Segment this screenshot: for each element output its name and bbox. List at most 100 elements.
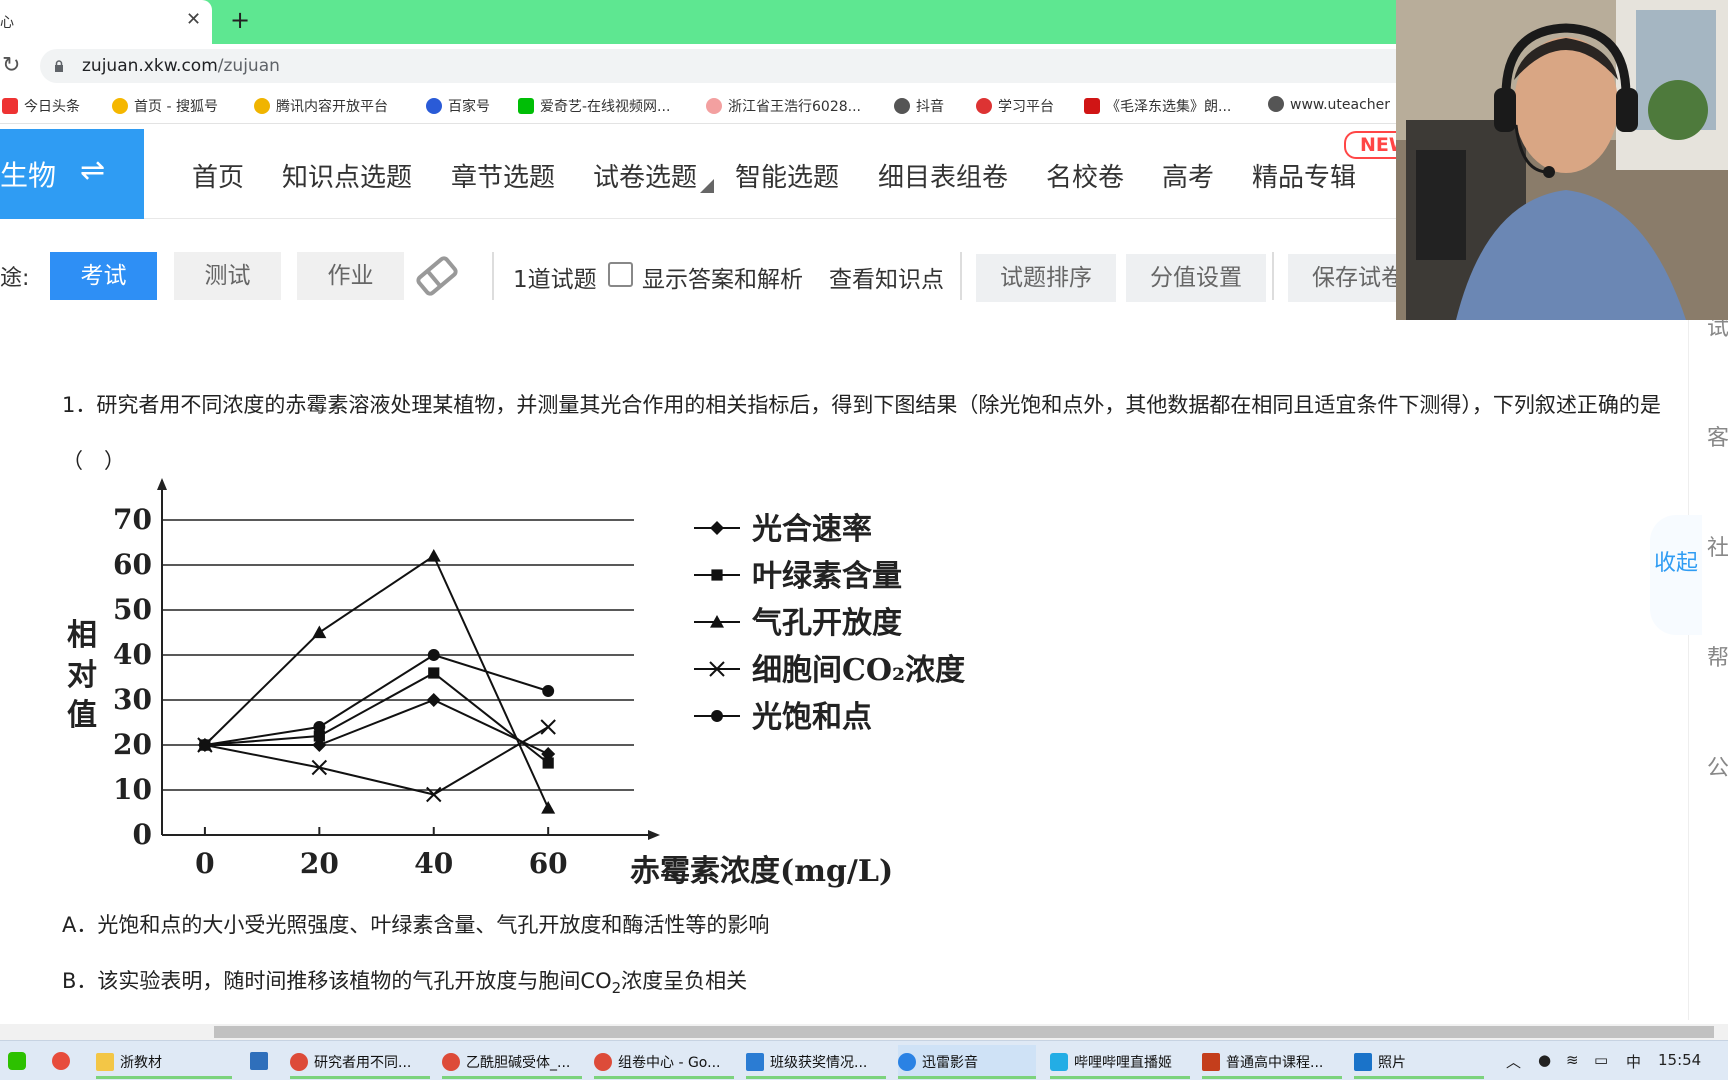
y-tick-label: 70: [113, 503, 152, 536]
taskbar-item[interactable]: 照片: [1354, 1045, 1484, 1079]
eraser-icon[interactable]: [413, 252, 461, 300]
url-input[interactable]: zujuan.xkw.com/zujuan: [40, 49, 1540, 83]
battery-icon[interactable]: ▭: [1594, 1051, 1608, 1069]
divider: [492, 252, 494, 300]
bookmark-item[interactable]: 今日头条: [2, 96, 80, 116]
bookmark-item[interactable]: 抖音: [894, 96, 944, 116]
taskbar-item[interactable]: 班级获奖情况...: [746, 1045, 886, 1079]
show-answer-label[interactable]: 显示答案和解析: [642, 260, 803, 294]
question-chart: 0 10 20 30 40 50 60 70 0 20 40 60 赤霉素浓度(mg/L) 相对值 光合速率…: [67, 478, 965, 889]
right-side-panel: 试 客 社 帮 公: [1688, 290, 1728, 1020]
bookmark-item[interactable]: 浙江省王浩行6028...: [706, 96, 861, 116]
reload-icon[interactable]: ↻: [2, 53, 20, 78]
nav-smart[interactable]: 智能选题: [735, 157, 839, 194]
taskbar-label: 研究者用不同...: [314, 1055, 412, 1071]
bookmark-item[interactable]: www.uteacher: [1268, 96, 1390, 113]
panel-label[interactable]: 社: [1707, 530, 1728, 562]
collapse-button[interactable]: 收起: [1650, 515, 1702, 635]
doc-icon: [746, 1053, 764, 1071]
circle-marker: [542, 685, 555, 697]
panel-label[interactable]: 公: [1707, 750, 1728, 782]
nav-famous[interactable]: 名校卷: [1046, 157, 1124, 194]
show-answer-checkbox[interactable]: [608, 262, 633, 287]
taskbar-underline: [594, 1076, 734, 1079]
series-line: [204, 554, 550, 809]
usage-label: 途:: [0, 266, 30, 291]
y-axis-arrow: [157, 478, 167, 490]
x-tick-label: 0: [195, 847, 214, 880]
taskbar-item[interactable]: 乙酰胆碱受体_...: [442, 1045, 582, 1079]
nav-home[interactable]: 首页: [192, 157, 244, 194]
mail-glyph-icon: [250, 1052, 268, 1070]
bookmark-item[interactable]: 首页 - 搜狐号: [112, 96, 218, 116]
option-b[interactable]: B．该实验表明，随时间推移该植物的气孔开放度与胞间CO2浓度呈负相关: [62, 965, 747, 997]
divider: [960, 252, 962, 300]
taskbar-item[interactable]: 研究者用不同...: [290, 1045, 430, 1079]
mode-homework-button[interactable]: 作业: [297, 252, 404, 300]
microphone-icon[interactable]: ●: [1538, 1051, 1551, 1069]
nav-knowledge[interactable]: 知识点选题: [282, 157, 412, 194]
diamond-marker: [426, 693, 441, 707]
nav-paper[interactable]: 试卷选题: [593, 157, 697, 194]
taskbar-label: 照片: [1378, 1055, 1406, 1071]
swap-icon: ⇌: [80, 153, 106, 188]
taskbar-item[interactable]: 迅雷影音: [898, 1045, 1036, 1079]
wifi-icon[interactable]: ≋: [1566, 1051, 1579, 1069]
mode-exam-button[interactable]: 考试: [50, 252, 157, 300]
legend-label: 细胞间CO₂浓度: [752, 653, 965, 688]
square-marker: [711, 569, 723, 581]
taskbar-underline: [290, 1076, 430, 1079]
y-axis-label-char: 值: [67, 698, 97, 733]
taskbar-label: 乙酰胆碱受体_...: [466, 1055, 571, 1071]
bookmark-item[interactable]: 《毛泽东选集》朗...: [1084, 96, 1231, 116]
scrollbar-thumb[interactable]: [214, 1026, 1714, 1038]
taskbar-label: 普通高中课程...: [1226, 1055, 1324, 1071]
sort-button[interactable]: 试题排序: [976, 254, 1116, 302]
score-button[interactable]: 分值设置: [1126, 254, 1266, 302]
taskbar-item[interactable]: 组卷中心 - Go...: [594, 1045, 734, 1079]
bookmark-label: 首页 - 搜狐号: [134, 99, 218, 115]
bookmark-item[interactable]: 腾讯内容开放平台: [254, 96, 388, 116]
y-tick-label: 0: [133, 818, 152, 851]
clock[interactable]: 15:54: [1658, 1051, 1701, 1069]
wechat-icon[interactable]: [8, 1045, 32, 1077]
chevron-up-icon[interactable]: ︿: [1506, 1051, 1521, 1072]
legend-label: 光合速率: [752, 512, 872, 547]
panel-label[interactable]: 客: [1707, 420, 1728, 452]
new-tab-icon[interactable]: +: [230, 6, 250, 34]
bookmark-item[interactable]: 百家号: [426, 96, 490, 116]
nav-chapter[interactable]: 章节选题: [451, 157, 555, 194]
study-icon: [976, 98, 992, 114]
gear-icon: [706, 98, 722, 114]
y-axis-label-char: 相: [67, 618, 97, 653]
bookmark-item[interactable]: 学习平台: [976, 96, 1054, 116]
option-b-subscript: 2: [611, 979, 622, 998]
mail-icon[interactable]: [250, 1045, 274, 1077]
taskbar-label: 哔哩哔哩直播姬: [1074, 1055, 1172, 1071]
square-marker: [542, 757, 554, 769]
nav-premium[interactable]: 精品专辑: [1252, 157, 1356, 194]
taskbar: 浙教材 研究者用不同... 乙酰胆碱受体_... 组卷中心 - Go... 班级…: [0, 1040, 1728, 1080]
taskbar-underline: [898, 1076, 1036, 1079]
browser-tab[interactable]: 心 ✕: [0, 0, 212, 44]
view-knowledge-link[interactable]: 查看知识点: [829, 260, 944, 294]
subject-switcher[interactable]: 生物 ⇌: [0, 129, 144, 219]
series-2: [197, 549, 556, 814]
dropdown-corner-icon: [700, 179, 714, 193]
taskbar-item[interactable]: 浙教材: [96, 1045, 232, 1079]
option-a[interactable]: A．光饱和点的大小受光照强度、叶绿素含量、气孔开放度和酶活性等的影响: [62, 909, 769, 939]
app-icon[interactable]: [52, 1045, 76, 1077]
taskbar-item[interactable]: 普通高中课程...: [1202, 1045, 1342, 1079]
url-host: zujuan.xkw.com: [82, 56, 218, 76]
baidu-icon: [426, 98, 442, 114]
ime-indicator[interactable]: 中: [1626, 1051, 1641, 1072]
nav-table[interactable]: 细目表组卷: [878, 157, 1008, 194]
close-icon[interactable]: ✕: [186, 9, 201, 30]
mode-test-button[interactable]: 测试: [174, 252, 281, 300]
taskbar-item[interactable]: 哔哩哔哩直播姬: [1050, 1045, 1190, 1079]
horizontal-scrollbar[interactable]: [0, 1024, 1728, 1040]
bookmark-item[interactable]: 爱奇艺-在线视频网...: [518, 96, 670, 116]
nav-gaokao[interactable]: 高考: [1162, 157, 1214, 194]
panel-label[interactable]: 帮: [1707, 640, 1728, 672]
taskbar-label: 组卷中心 - Go...: [618, 1055, 721, 1071]
